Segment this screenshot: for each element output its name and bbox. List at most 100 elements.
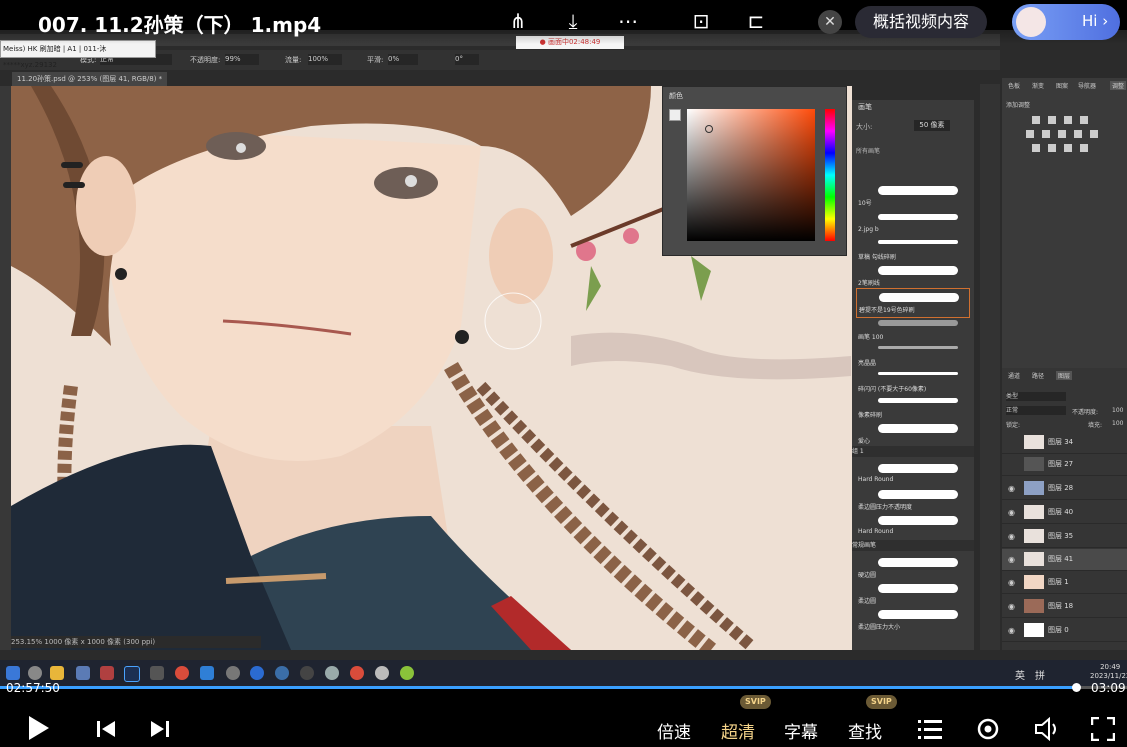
previous-icon[interactable] <box>96 720 116 738</box>
tab-navigator[interactable]: 导航器 <box>1078 81 1096 90</box>
layer-opacity-value[interactable]: 100 <box>1112 407 1123 414</box>
brush-item[interactable]: 草稿 勾线碎刷 <box>856 236 968 264</box>
brush-item[interactable]: Hard Round <box>856 460 968 488</box>
levels-icon[interactable] <box>1048 116 1056 124</box>
gradient-map-icon[interactable] <box>1080 144 1088 152</box>
playlist-icon[interactable] <box>918 718 942 740</box>
brush-item[interactable]: 像素碎刷 <box>856 394 968 422</box>
color-cursor[interactable] <box>705 125 713 133</box>
brush-item[interactable]: 10号 <box>856 182 968 210</box>
panel-dock-icons[interactable] <box>980 84 1000 650</box>
brush-item[interactable]: 柔边圆压力不透明度 <box>856 486 968 514</box>
app-icon[interactable] <box>226 666 240 680</box>
layer-row[interactable]: 图层 27 <box>1002 454 1127 476</box>
app-icon[interactable] <box>300 666 314 680</box>
posterize-icon[interactable] <box>1048 144 1056 152</box>
layer-row[interactable]: ◉ 图层 1 <box>1002 572 1127 594</box>
fullscreen-icon[interactable] <box>1091 717 1115 741</box>
photoshop-toolbar[interactable] <box>0 86 11 650</box>
invert-icon[interactable] <box>1032 144 1040 152</box>
play-icon[interactable] <box>26 714 52 742</box>
tab-gradients[interactable]: 渐变 <box>1032 81 1044 90</box>
flow-field[interactable]: 100% <box>308 54 342 65</box>
layer-row[interactable]: ◉ 图层 18 <box>1002 596 1127 618</box>
windows-taskbar[interactable]: 英 拼 20:49 2023/11/22 <box>0 660 1127 686</box>
brush-group-header[interactable]: 常规画笔 <box>852 540 974 551</box>
tab-layers[interactable]: 图层 <box>1056 371 1073 380</box>
vibrance-icon[interactable] <box>1026 130 1034 138</box>
layer-row[interactable]: ◉ 图层 0 <box>1002 620 1127 642</box>
photo-filter-icon[interactable] <box>1090 130 1098 138</box>
brush-item[interactable]: 2笔刷线 <box>856 262 968 290</box>
speed-button[interactable]: 倍速 <box>657 718 691 743</box>
system-clock[interactable]: 20:49 2023/11/22 <box>1090 663 1127 681</box>
tab-patterns[interactable]: 图案 <box>1056 81 1068 90</box>
brush-panel[interactable]: 画笔 大小: 50 像素 所有画笔 10号 2.jpg b 草稿 勾线碎刷 2笔… <box>852 100 974 650</box>
layer-row-selected[interactable]: ◉ 图层 41 <box>1002 549 1127 571</box>
app-icon[interactable] <box>76 666 90 680</box>
chrome-icon[interactable] <box>175 666 189 680</box>
ime-language[interactable]: 英 <box>1015 667 1025 682</box>
app-icon[interactable] <box>150 666 164 680</box>
quality-button[interactable]: 超清 <box>721 718 755 743</box>
layer-kind-filter[interactable]: 类型 <box>1006 392 1066 401</box>
app-icon[interactable] <box>250 666 264 680</box>
more-icon[interactable]: ⋯ <box>615 8 641 34</box>
eye-icon[interactable]: ◉ <box>1008 578 1015 587</box>
layer-row[interactable]: ◉ 图层 28 <box>1002 478 1127 500</box>
brush-item[interactable]: Hard Round <box>856 512 968 540</box>
progress-handle[interactable] <box>1072 683 1082 692</box>
opacity-field[interactable]: 99% <box>225 54 259 65</box>
app-icon[interactable] <box>400 666 414 680</box>
eye-icon[interactable]: ◉ <box>1008 508 1015 517</box>
picture-in-picture-icon[interactable]: ⊏ <box>743 8 769 34</box>
volume-icon[interactable] <box>1034 717 1062 741</box>
download-icon[interactable]: ⤓ <box>560 8 586 34</box>
curves-icon[interactable] <box>1064 116 1072 124</box>
tab-swatches[interactable]: 色板 <box>1008 81 1020 90</box>
app-icon[interactable] <box>375 666 389 680</box>
chrome-icon[interactable] <box>350 666 364 680</box>
hue-sat-icon[interactable] <box>1042 130 1050 138</box>
progress-track[interactable] <box>0 683 1127 692</box>
close-icon[interactable]: ✕ <box>818 10 842 34</box>
tab-adjustments[interactable]: 调整 <box>1110 81 1127 90</box>
layer-row[interactable]: ◉ 图层 40 <box>1002 502 1127 524</box>
folder-icon[interactable] <box>50 666 64 680</box>
color-panel[interactable]: 颜色 <box>662 86 847 256</box>
layer-row[interactable]: 图层 34 <box>1002 432 1127 454</box>
app-icon[interactable] <box>275 666 289 680</box>
document-tab[interactable]: 11.20孙策.psd @ 253% (图层 41, RGB/8) * <box>12 72 167 86</box>
tab-channels[interactable]: 通道 <box>1008 371 1020 380</box>
summarize-video-button[interactable]: 概括视频内容 <box>855 6 987 38</box>
eye-icon[interactable]: ◉ <box>1008 484 1015 493</box>
app-icon[interactable] <box>100 666 114 680</box>
bw-icon[interactable] <box>1074 130 1082 138</box>
angle-field[interactable]: 0° <box>455 54 479 65</box>
brush-item[interactable]: 硬边圆 <box>856 554 968 582</box>
exposure-icon[interactable] <box>1080 116 1088 124</box>
app-icon[interactable] <box>325 666 339 680</box>
layer-row[interactable]: ◉ 图层 35 <box>1002 526 1127 548</box>
brush-item[interactable]: 画笔 100 <box>856 316 968 344</box>
layers-panel[interactable]: 通道 路径 图层 类型 正常 不透明度: 100 锁定: 填充: 100 图层 … <box>1002 368 1127 650</box>
ime-mode[interactable]: 拼 <box>1035 667 1045 682</box>
eye-icon[interactable]: ◉ <box>1008 532 1015 541</box>
brush-item[interactable]: 柔边圆 <box>856 580 968 608</box>
photoshop-icon[interactable] <box>124 666 140 682</box>
assistant-button[interactable]: Hi › <box>1012 4 1120 40</box>
brush-item[interactable]: 爱心 <box>856 420 968 448</box>
smooth-field[interactable]: 0% <box>388 54 418 65</box>
brush-item[interactable]: 柔边圆压力大小 <box>856 606 968 634</box>
brush-item[interactable]: 碎闪闪 (不要大于60像素) <box>856 368 968 396</box>
settings-icon[interactable] <box>976 717 1000 741</box>
brush-item[interactable]: 2.jpg b <box>856 210 968 238</box>
screenshot-icon[interactable]: ⊡ <box>688 8 714 34</box>
brush-item[interactable]: 亮晶晶 <box>856 342 968 370</box>
brightness-icon[interactable] <box>1032 116 1040 124</box>
fill-value[interactable]: 100 <box>1112 420 1123 427</box>
layer-blend-select[interactable]: 正常 <box>1006 406 1066 415</box>
start-icon[interactable] <box>6 666 20 680</box>
search-icon[interactable] <box>28 666 42 680</box>
app-icon[interactable] <box>200 666 214 680</box>
